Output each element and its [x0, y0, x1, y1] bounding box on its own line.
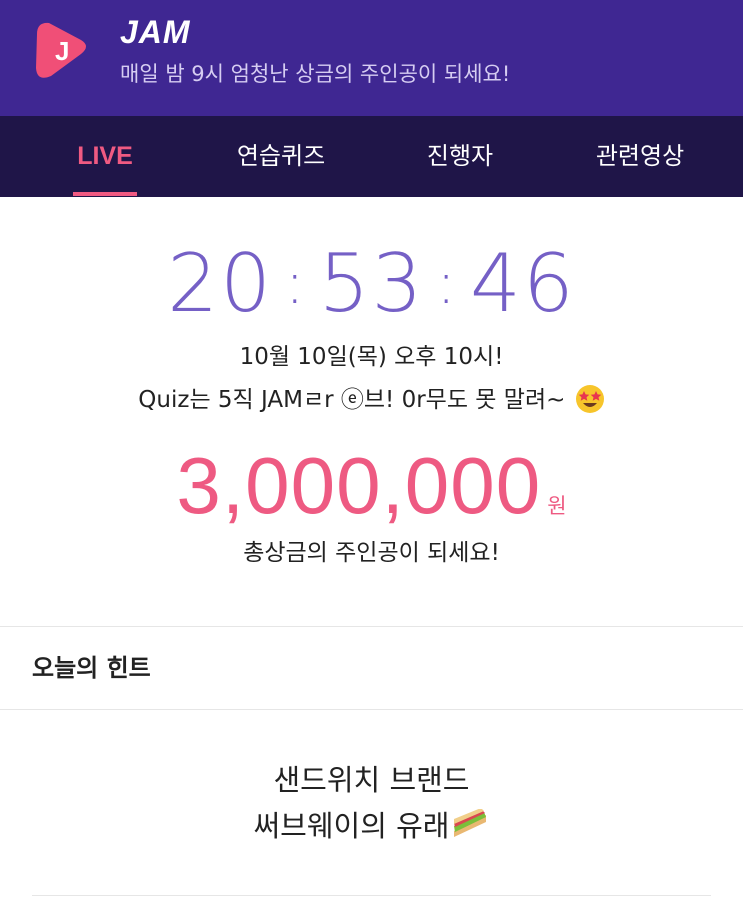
countdown-seconds: 46 [469, 237, 576, 330]
jam-logo-icon[interactable]: J [31, 18, 95, 82]
tab-bar: LIVE 연습퀴즈 진행자 관련영상 [0, 116, 743, 197]
event-slogan: Quiz는 5직 JAMㄹr ⓔ브! 0r무도 못 말려~ [0, 380, 743, 414]
star-struck-emoji-icon [575, 384, 605, 414]
prize-display: 3,000,000 원 [0, 440, 743, 532]
hint-line-1: 샌드위치 브랜드 [273, 763, 470, 797]
tab-live[interactable]: LIVE [55, 116, 155, 197]
tab-practice-quiz[interactable]: 연습퀴즈 [215, 116, 347, 197]
countdown-hours: 20 [167, 237, 274, 330]
prize-amount: 3,000,000 [176, 441, 542, 530]
prize-unit: 원 [547, 494, 567, 518]
countdown-separator: : [436, 249, 458, 317]
tab-host[interactable]: 진행자 [395, 116, 525, 197]
app-tagline: 매일 밤 9시 엄청난 상금의 주인공이 되세요! [120, 62, 511, 86]
section-divider [0, 709, 743, 710]
app-name: JAM [120, 14, 191, 50]
hint-line-2-row: 써브웨이의 유래 [0, 803, 743, 849]
countdown-timer: 20:53:46 [0, 236, 743, 339]
app-header: J JAM 매일 밤 9시 엄청난 상금의 주인공이 되세요! [0, 0, 743, 116]
event-date: 10월 10일(목) 오후 10시! [239, 344, 504, 370]
hint-content: 샌드위치 브랜드 써브웨이의 유래 [0, 757, 743, 849]
hint-line-2: 써브웨이의 유래 [253, 809, 450, 843]
active-tab-indicator [73, 192, 137, 196]
tab-related-videos[interactable]: 관련영상 [570, 116, 710, 197]
section-divider [0, 626, 743, 627]
logo-letter: J [55, 36, 69, 66]
section-divider [32, 895, 711, 896]
event-slogan-text: Quiz는 5직 JAMㄹr ⓔ브! 0r무도 못 말려~ [138, 387, 566, 413]
sandwich-emoji-icon [451, 806, 489, 837]
countdown-minutes: 53 [318, 237, 425, 330]
countdown-separator: : [285, 249, 307, 317]
prize-caption: 총상금의 주인공이 되세요! [243, 540, 500, 566]
hint-section-title: 오늘의 힌트 [32, 654, 151, 682]
